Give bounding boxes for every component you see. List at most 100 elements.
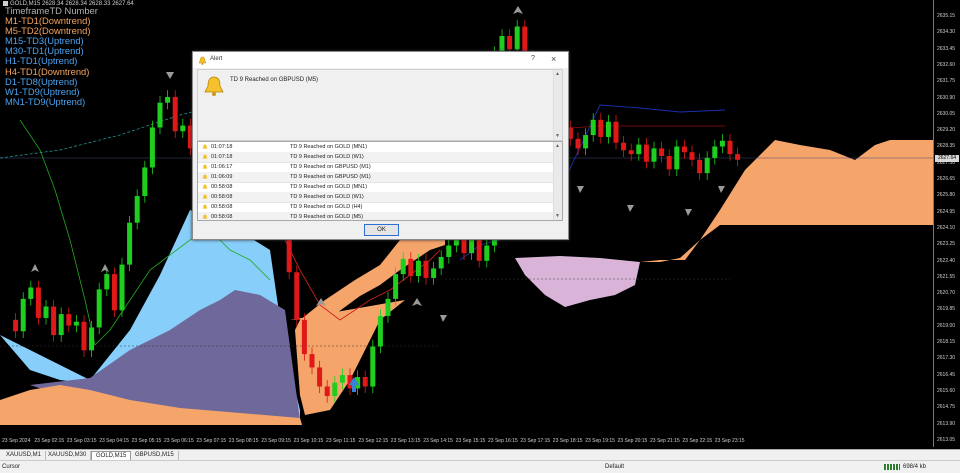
bull-candle xyxy=(514,26,520,50)
alert-bell-icon xyxy=(202,154,208,159)
time-tick-label: 23 Sep 07:15 xyxy=(196,438,227,444)
bull-candle xyxy=(134,196,140,223)
bull-candle xyxy=(484,245,490,261)
bear-candle xyxy=(309,354,315,368)
price-tick-label: 2623.25 xyxy=(937,241,956,248)
price-tick-label: 2615.60 xyxy=(937,387,956,394)
status-profile: Default xyxy=(605,464,625,470)
time-tick-label: 23 Sep 23:15 xyxy=(714,438,745,444)
time-tick-label: 23 Sep 05:15 xyxy=(131,438,162,444)
time-tick-label: 23 Sep 20:15 xyxy=(617,438,648,444)
alert-bell-icon xyxy=(202,174,208,179)
time-tick-label: 23 Sep 12:15 xyxy=(358,438,389,444)
alert-history-list[interactable]: 01:07:18 TD 9 Reached on GOLD (MN1) 01:07:… xyxy=(197,141,563,221)
alert-time: 00:58:08 xyxy=(211,194,233,200)
sell-arrow-marker xyxy=(412,298,422,306)
time-tick-label: 23 Sep 19:15 xyxy=(585,438,615,444)
sell-arrow-marker xyxy=(166,72,174,79)
bear-candle xyxy=(628,150,634,155)
alert-text: TD 9 Reached on GOLD (MN1) xyxy=(290,144,368,150)
alert-bell-icon xyxy=(202,214,208,219)
scroll-down-icon[interactable]: ▼ xyxy=(555,133,560,139)
bear-candle xyxy=(727,140,733,155)
tab-xauusd-m30[interactable]: XAUUSD,M30 xyxy=(44,451,92,460)
time-tick-label: 23 Sep 08:15 xyxy=(228,438,259,444)
bear-candle xyxy=(66,314,72,326)
bear-candle xyxy=(317,367,323,387)
alert-message: TD 9 Reached on GBPUSD (M5) xyxy=(230,77,319,83)
tab-xauusd-m1[interactable]: XAUUSD,M1 xyxy=(2,451,47,460)
time-tick-label: 23 Sep 10:15 xyxy=(293,438,324,444)
bear-candle xyxy=(697,159,703,174)
connection-bars-icon xyxy=(884,464,900,470)
ok-button[interactable]: OK xyxy=(364,224,399,236)
bull-candle xyxy=(89,327,95,351)
bear-candle xyxy=(172,96,178,132)
list-scrollbar[interactable]: ▲ ▼ xyxy=(553,142,562,220)
price-tick-label: 2618.15 xyxy=(937,339,956,345)
bear-candle xyxy=(575,138,581,149)
bull-candle xyxy=(674,146,680,170)
time-tick-label: 23 Sep 17:15 xyxy=(520,438,551,444)
sell-arrow-marker xyxy=(513,6,523,14)
alert-bell-icon xyxy=(202,204,208,209)
price-axis[interactable]: 2635.15 2634.30 2633.45 2632.60 2631.75 2630.… xyxy=(933,0,960,447)
alert-time: 00:58:08 xyxy=(211,214,233,220)
bull-candle xyxy=(180,125,186,132)
help-button[interactable]: ? xyxy=(531,55,535,62)
bear-candle xyxy=(681,146,687,153)
dialog-titlebar[interactable]: Alert ? × xyxy=(193,52,568,68)
bear-candle xyxy=(735,154,741,160)
bell-icon xyxy=(204,76,224,96)
alert-dialog[interactable]: Alert ? × TD 9 Reached on GBPUSD (M5) ▲ … xyxy=(192,51,569,240)
bull-candle xyxy=(393,274,399,299)
alert-text: TD 9 Reached on GOLD (H4) xyxy=(290,204,363,210)
time-tick-label: 23 Sep 11:15 xyxy=(326,438,356,444)
bull-candle xyxy=(58,314,64,336)
time-tick-label: 23 Sep 16:15 xyxy=(488,438,518,444)
price-tick-label: 2628.35 xyxy=(937,143,956,150)
alert-bell-icon xyxy=(198,56,207,65)
scroll-down-icon[interactable]: ▼ xyxy=(555,213,560,219)
scroll-up-icon[interactable]: ▲ xyxy=(555,143,560,149)
bear-candle xyxy=(51,306,57,336)
status-cursor: Cursor xyxy=(2,464,21,470)
bull-candle xyxy=(712,146,718,158)
time-tick-label: 23 Sep 22:15 xyxy=(682,438,713,444)
price-tick-label: 2630.90 xyxy=(937,94,956,101)
price-tick-label: 2624.10 xyxy=(937,224,956,231)
td-line: MN1-TD9(Uptrend) xyxy=(5,95,86,107)
price-tick-label: 2634.30 xyxy=(937,29,956,36)
scroll-up-icon[interactable]: ▲ xyxy=(555,71,560,77)
bear-candle xyxy=(81,321,87,351)
td-number-panel: TimeframeTD Number M1-TD1(Downtrend) M5-T… xyxy=(5,5,98,107)
time-axis[interactable]: 23 Sep 2024 23 Sep 02:15 23 Sep 03:15 23 Se… xyxy=(0,436,933,447)
price-tick-label: 2629.20 xyxy=(937,127,956,134)
bull-candle xyxy=(636,144,642,155)
price-tick-label: 2617.30 xyxy=(937,355,956,362)
alert-time: 00:58:08 xyxy=(211,184,233,190)
bear-candle xyxy=(643,144,649,162)
price-tick-label: 2619.85 xyxy=(937,306,956,313)
time-tick-label: 23 Sep 02:15 xyxy=(34,438,65,444)
dashed-ma-line xyxy=(0,109,201,159)
bull-candle xyxy=(446,245,452,257)
alert-bell-icon xyxy=(202,164,208,169)
sell-arrow-marker xyxy=(685,209,692,216)
bull-candle xyxy=(142,167,148,197)
price-tick-label: 2635.15 xyxy=(937,13,956,19)
cloud-orange-center xyxy=(290,232,445,415)
bull-candle xyxy=(119,264,125,311)
alert-text: TD 9 Reached on GOLD (W1) xyxy=(290,194,364,200)
tab-gbpusd-m15[interactable]: GBPUSD,M15 xyxy=(131,451,179,460)
message-scrollbar[interactable]: ▲ ▼ xyxy=(553,70,562,140)
bear-candle xyxy=(111,274,117,311)
alert-text: TD 9 Reached on GOLD (MN1) xyxy=(290,184,368,190)
alert-row[interactable]: 00:58:08 TD 9 Reached on GOLD (M5) xyxy=(198,212,553,220)
time-tick-label: 23 Sep 04:15 xyxy=(99,438,129,444)
time-tick-label: 23 Sep 15:15 xyxy=(455,438,486,444)
bull-candle xyxy=(332,382,338,397)
close-button[interactable]: × xyxy=(551,54,556,64)
bull-candle xyxy=(157,102,163,128)
price-tick-label: 2613.90 xyxy=(937,420,956,427)
